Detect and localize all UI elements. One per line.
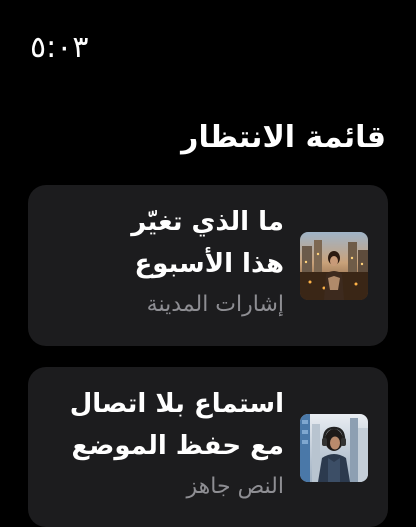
- queue-item-text: استماع بلا اتصال مع حفظ الموضع النص جاهز: [34, 383, 284, 505]
- queue-item-text: ما الذي تغيّر هذا الأسبوع إشارات المدينة: [34, 201, 284, 323]
- queue-item[interactable]: استماع بلا اتصال مع حفظ الموضع النص جاهز: [28, 367, 388, 527]
- page-title: قائمة الانتظار: [181, 120, 386, 155]
- city-night-thumbnail: [300, 232, 368, 300]
- queue-item-title: استماع بلا اتصال مع حفظ الموضع: [34, 383, 284, 467]
- queue-item-subtitle: النص جاهز: [186, 474, 284, 499]
- city-headphones-thumbnail-art: [300, 414, 368, 482]
- queue-item-title: ما الذي تغيّر هذا الأسبوع: [34, 201, 284, 285]
- queue-item-title-line1: ما الذي تغيّر: [131, 207, 284, 237]
- queue-item[interactable]: ما الذي تغيّر هذا الأسبوع إشارات المدينة: [28, 185, 388, 346]
- queue-item-title-line1: استماع بلا اتصال: [69, 389, 284, 419]
- queue-item-title-line2: هذا الأسبوع: [134, 249, 284, 279]
- status-time: ٥:٠٣: [30, 30, 89, 65]
- city-headphones-thumbnail: [300, 414, 368, 482]
- queue-item-title-line2: مع حفظ الموضع: [71, 431, 284, 461]
- city-night-thumbnail-art: [300, 232, 368, 300]
- queue-item-subtitle: إشارات المدينة: [146, 292, 284, 317]
